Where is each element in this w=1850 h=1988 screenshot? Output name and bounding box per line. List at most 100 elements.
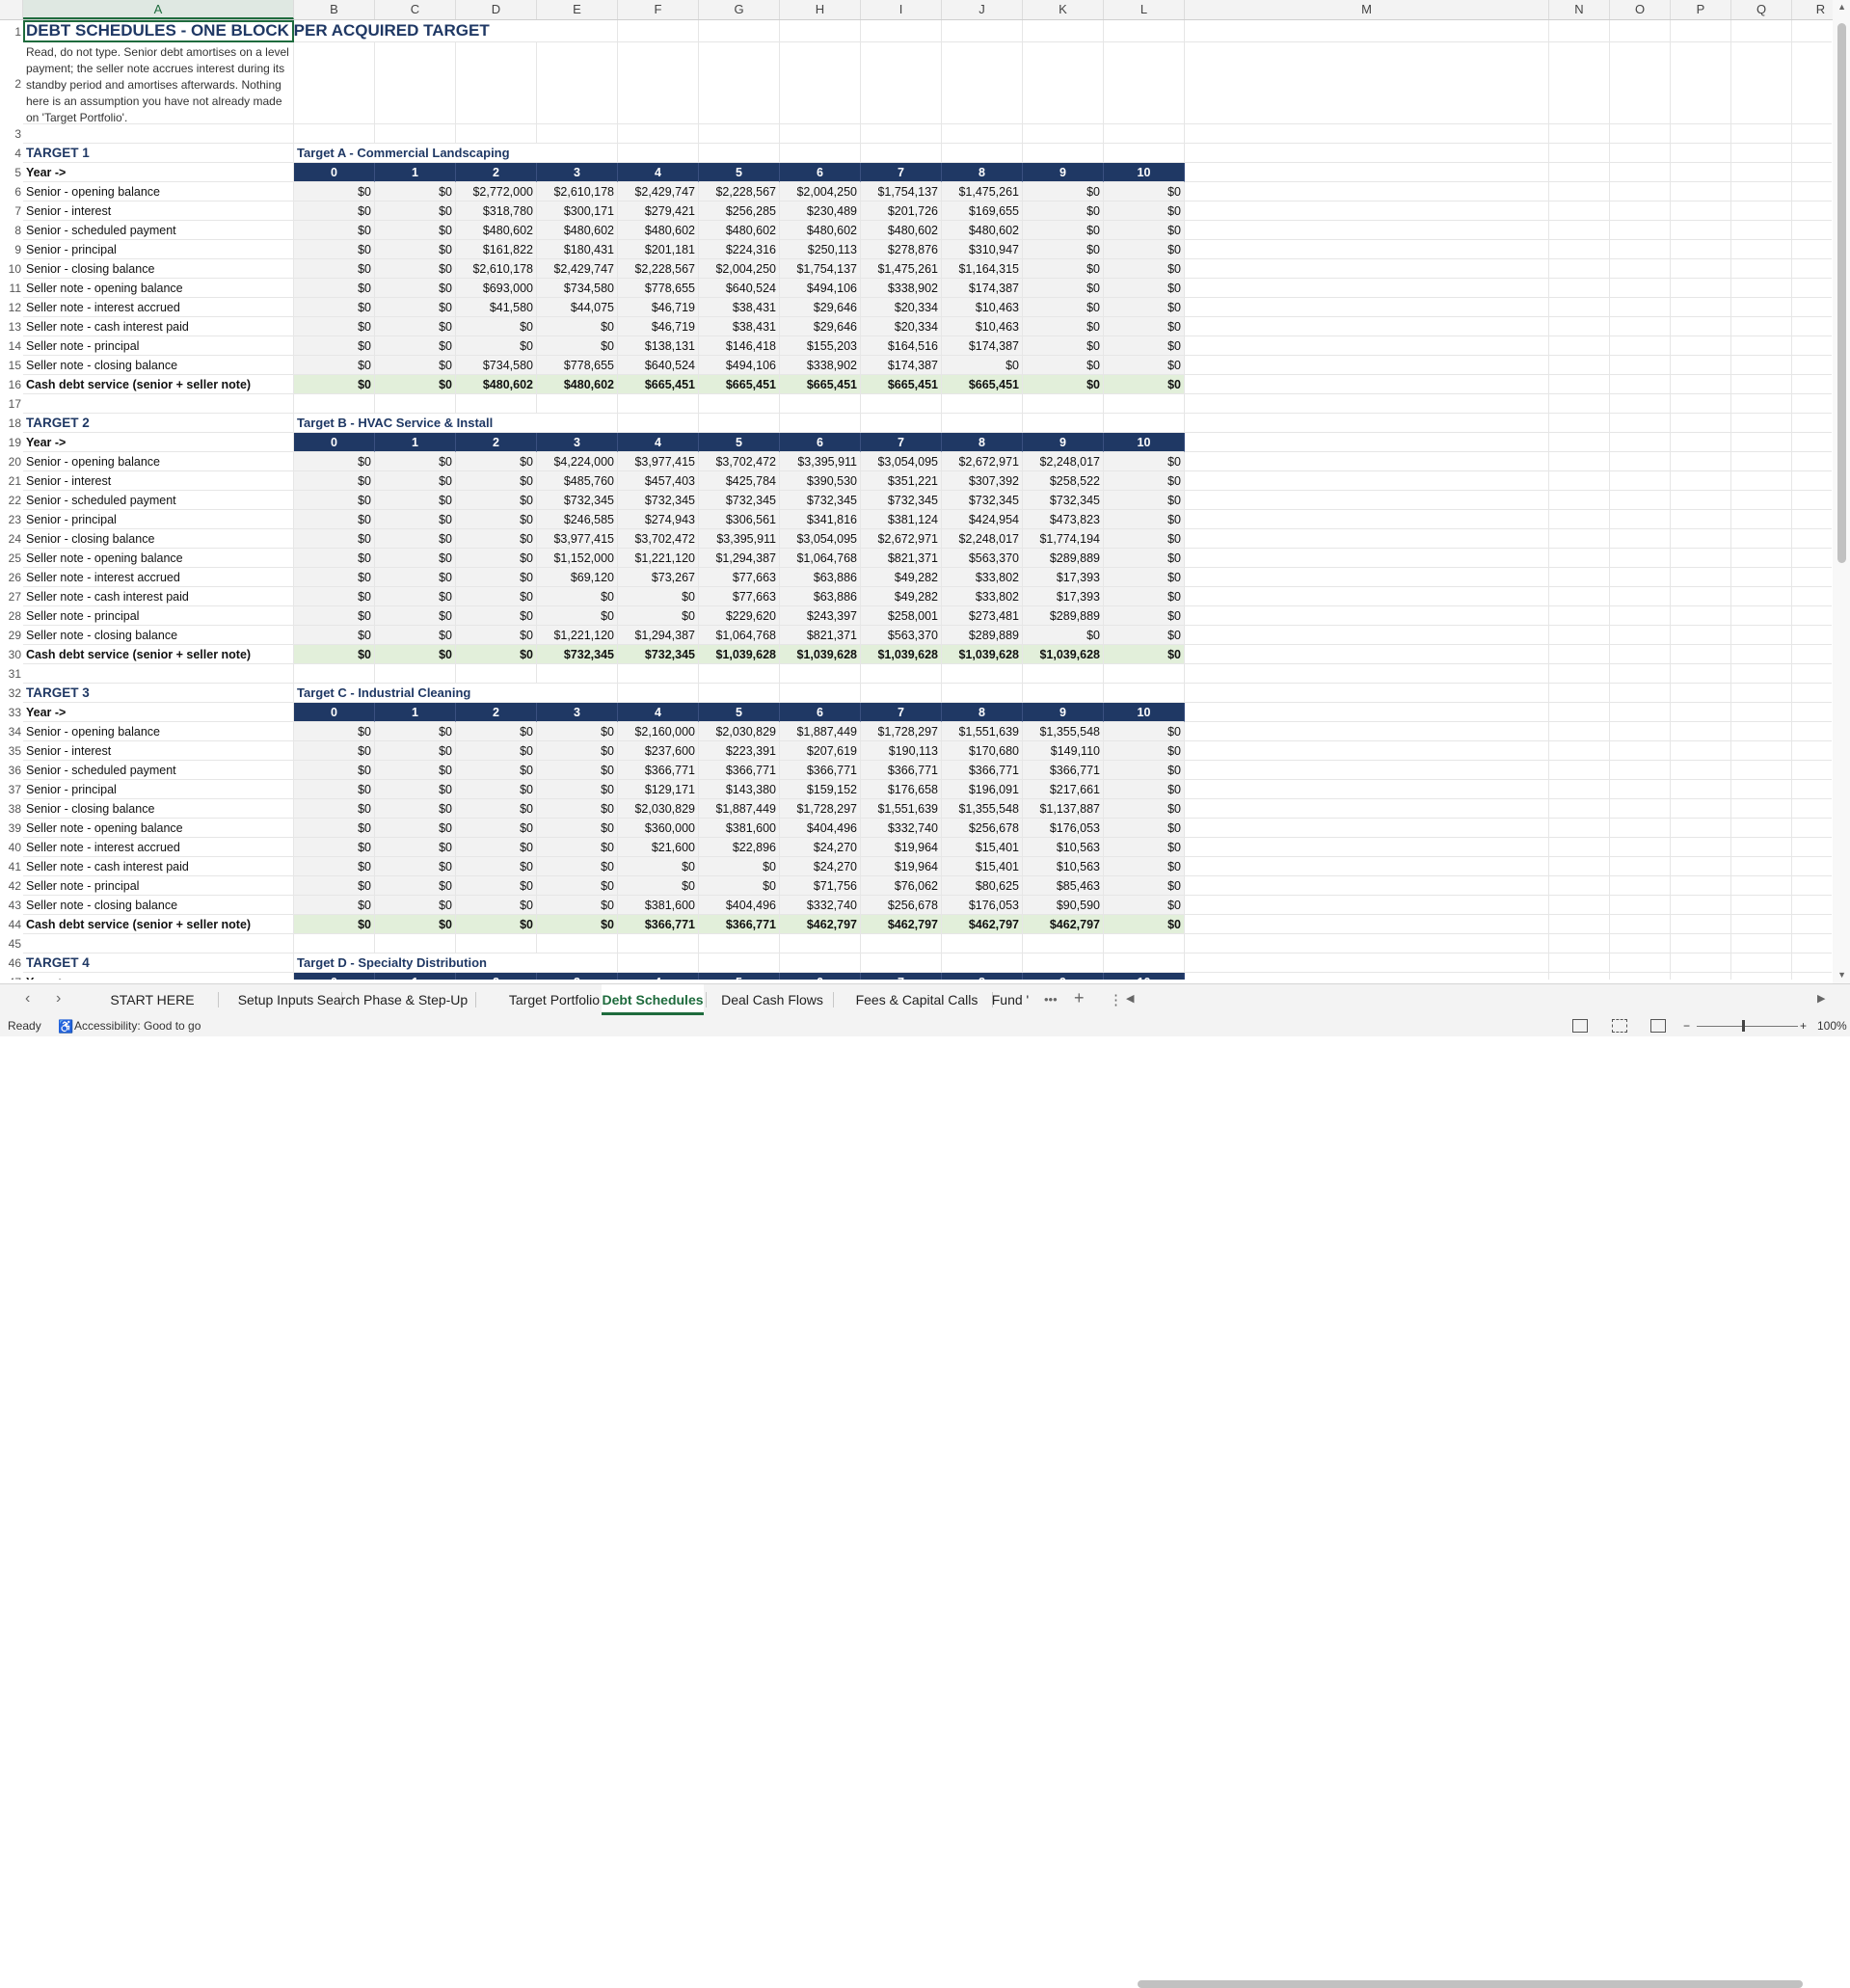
value-cell[interactable]: $732,345 xyxy=(861,491,942,510)
empty-cell[interactable] xyxy=(375,394,456,414)
empty-cell[interactable] xyxy=(1549,703,1610,722)
row-label[interactable]: Seller note - opening balance xyxy=(23,819,294,838)
value-cell[interactable]: $0 xyxy=(1104,761,1185,780)
page-layout-view-icon[interactable] xyxy=(1612,1019,1627,1033)
year-header-5[interactable]: 5 xyxy=(699,703,780,722)
empty-cell[interactable] xyxy=(1671,471,1731,491)
empty-cell[interactable] xyxy=(1671,336,1731,356)
empty-cell[interactable] xyxy=(1549,298,1610,317)
value-cell[interactable]: $0 xyxy=(1104,606,1185,626)
value-cell[interactable]: $0 xyxy=(375,452,456,471)
row-label[interactable]: Seller note - closing balance xyxy=(23,626,294,645)
value-cell[interactable]: $366,771 xyxy=(699,915,780,934)
row-label[interactable]: Seller note - interest accrued xyxy=(23,568,294,587)
empty-cell[interactable] xyxy=(375,20,456,42)
value-cell[interactable]: $2,004,250 xyxy=(780,182,861,201)
empty-cell[interactable] xyxy=(1610,20,1671,42)
value-cell[interactable]: $0 xyxy=(294,549,375,568)
value-cell[interactable]: $0 xyxy=(1023,298,1104,317)
column-header-M[interactable]: M xyxy=(1185,0,1549,19)
empty-cell[interactable] xyxy=(1792,144,1832,163)
empty-cell[interactable] xyxy=(1185,144,1549,163)
empty-cell[interactable] xyxy=(1104,684,1185,703)
row-number[interactable]: 2 xyxy=(0,42,23,124)
empty-cell[interactable] xyxy=(1671,741,1731,761)
empty-cell[interactable] xyxy=(1185,857,1549,876)
row-number[interactable]: 30 xyxy=(0,645,23,664)
zoom-slider-thumb[interactable] xyxy=(1742,1020,1745,1032)
row-label[interactable]: Seller note - cash interest paid xyxy=(23,857,294,876)
value-cell[interactable]: $196,091 xyxy=(942,780,1023,799)
value-cell[interactable]: $0 xyxy=(618,587,699,606)
value-cell[interactable]: $10,563 xyxy=(1023,857,1104,876)
empty-cell[interactable] xyxy=(1671,664,1731,684)
empty-cell[interactable] xyxy=(1671,510,1731,529)
empty-cell[interactable] xyxy=(1185,915,1549,934)
empty-cell[interactable] xyxy=(1731,703,1792,722)
value-cell[interactable]: $0 xyxy=(537,761,618,780)
empty-cell[interactable] xyxy=(1731,876,1792,896)
empty-cell[interactable] xyxy=(1549,356,1610,375)
year-header-0[interactable]: 0 xyxy=(294,973,375,980)
empty-cell[interactable] xyxy=(1549,221,1610,240)
year-header-10[interactable]: 10 xyxy=(1104,163,1185,182)
value-cell[interactable]: $174,387 xyxy=(861,356,942,375)
value-cell[interactable]: $0 xyxy=(375,356,456,375)
value-cell[interactable]: $19,964 xyxy=(861,838,942,857)
value-cell[interactable]: $33,802 xyxy=(942,587,1023,606)
value-cell[interactable]: $360,000 xyxy=(618,819,699,838)
value-cell[interactable]: $0 xyxy=(1104,510,1185,529)
empty-cell[interactable] xyxy=(1792,433,1832,452)
accessibility-icon[interactable]: ♿ xyxy=(58,1016,73,1036)
value-cell[interactable]: $143,380 xyxy=(699,780,780,799)
value-cell[interactable]: $0 xyxy=(294,587,375,606)
empty-cell[interactable] xyxy=(1549,201,1610,221)
value-cell[interactable]: $310,947 xyxy=(942,240,1023,259)
value-cell[interactable]: $0 xyxy=(1104,279,1185,298)
empty-cell[interactable] xyxy=(1792,491,1832,510)
empty-cell[interactable] xyxy=(1610,471,1671,491)
empty-cell[interactable] xyxy=(1671,42,1731,124)
value-cell[interactable]: $278,876 xyxy=(861,240,942,259)
year-header-9[interactable]: 9 xyxy=(1023,973,1104,980)
empty-cell[interactable] xyxy=(294,934,375,954)
empty-cell[interactable] xyxy=(1610,298,1671,317)
empty-cell[interactable] xyxy=(1731,529,1792,549)
value-cell[interactable]: $457,403 xyxy=(618,471,699,491)
value-cell[interactable]: $732,345 xyxy=(699,491,780,510)
vertical-scrollbar[interactable]: ▲ ▼ xyxy=(1833,0,1850,983)
value-cell[interactable]: $0 xyxy=(456,741,537,761)
row-number[interactable]: 3 xyxy=(0,124,23,144)
empty-cell[interactable] xyxy=(1185,703,1549,722)
value-cell[interactable]: $0 xyxy=(294,452,375,471)
row-label[interactable]: Cash debt service (senior + seller note) xyxy=(23,375,294,394)
value-cell[interactable]: $0 xyxy=(294,876,375,896)
empty-cell[interactable] xyxy=(1185,780,1549,799)
value-cell[interactable]: $0 xyxy=(1104,876,1185,896)
value-cell[interactable]: $1,164,315 xyxy=(942,259,1023,279)
empty-cell[interactable] xyxy=(1731,896,1792,915)
year-header-3[interactable]: 3 xyxy=(537,703,618,722)
empty-cell[interactable] xyxy=(1731,761,1792,780)
empty-cell[interactable] xyxy=(23,664,294,684)
scroll-down-icon[interactable]: ▼ xyxy=(1837,970,1846,980)
value-cell[interactable]: $1,887,449 xyxy=(699,799,780,819)
row-number[interactable]: 10 xyxy=(0,259,23,279)
value-cell[interactable]: $0 xyxy=(294,568,375,587)
value-cell[interactable]: $338,902 xyxy=(780,356,861,375)
empty-cell[interactable] xyxy=(1549,568,1610,587)
empty-cell[interactable] xyxy=(1549,42,1610,124)
empty-cell[interactable] xyxy=(1792,336,1832,356)
value-cell[interactable]: $0 xyxy=(1023,317,1104,336)
value-cell[interactable]: $258,001 xyxy=(861,606,942,626)
empty-cell[interactable] xyxy=(942,124,1023,144)
empty-cell[interactable] xyxy=(1610,549,1671,568)
value-cell[interactable]: $1,221,120 xyxy=(537,626,618,645)
empty-cell[interactable] xyxy=(1671,259,1731,279)
empty-cell[interactable] xyxy=(1610,780,1671,799)
value-cell[interactable]: $10,463 xyxy=(942,317,1023,336)
year-header-2[interactable]: 2 xyxy=(456,973,537,980)
empty-cell[interactable] xyxy=(1549,144,1610,163)
sheet-tab[interactable]: START HERE xyxy=(89,984,216,1015)
empty-cell[interactable] xyxy=(1731,240,1792,259)
